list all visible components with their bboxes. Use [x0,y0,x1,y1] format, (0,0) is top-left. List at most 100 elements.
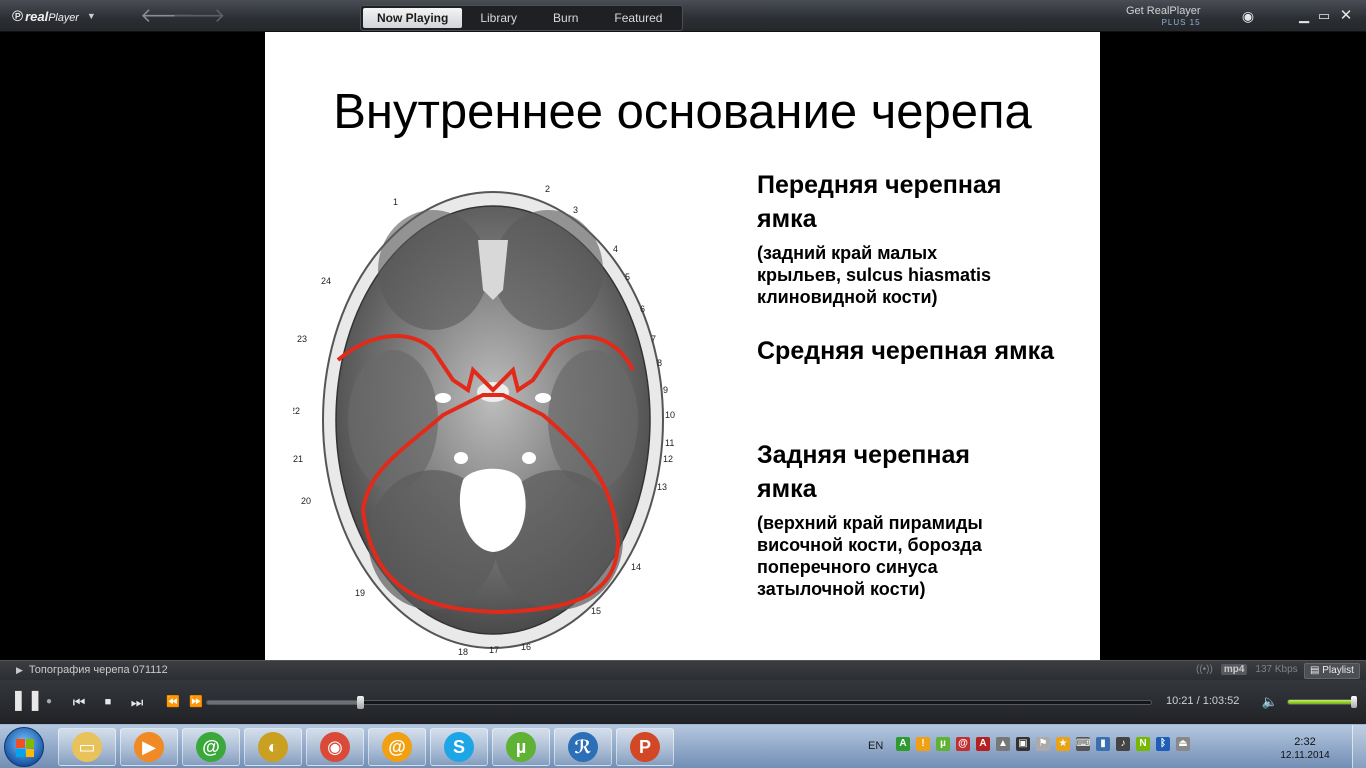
skull-label-22: 22 [293,406,300,416]
taskbar-app-realplayer[interactable]: ℛ [554,728,612,766]
bitrate: 137 Kbps [1255,664,1298,675]
forward-arrow-icon[interactable]: 🡒 [172,5,226,27]
playlist-icon: ▤ [1310,665,1320,676]
tab-featured[interactable]: Featured [596,8,680,28]
tray-bluetooth-icon[interactable]: ᛒ [1156,737,1170,751]
realplayer-icon: ℛ [568,732,598,762]
volume-level [1288,700,1354,704]
windows-taskbar: ▭ ▶ @ ◐ ◉ @ Sµ ℛ P EN A ! µ @ A ▲ ▣ ⚑ ★ ⌨ ▮ ♪ N … [0,724,1366,768]
maximize-icon[interactable]: ▭ [1316,8,1332,24]
fast-forward-icon[interactable]: ⏩ [188,692,204,712]
tray-flag-icon[interactable]: ⚑ [1036,737,1050,751]
close-icon[interactable]: ✕ [1338,8,1354,24]
back-arrow-icon[interactable]: 🡐 [140,5,194,27]
seek-handle[interactable] [357,696,365,709]
skull-label-1: 1 [393,197,398,207]
volume-handle[interactable] [1351,696,1357,708]
chevron-down-icon: ▼ [86,11,96,21]
taskbar-app-chrome[interactable]: ◉ [306,728,364,766]
skull-label-8: 8 [657,358,662,368]
realplayer-window: ℗ realPlayer ▼ 🡐 🡒 Now Playing Library B… [0,0,1366,768]
clock-time: 2:32 [1294,736,1316,748]
posterior-fossa-block: Задняя черепная ямка (верхний край пирам… [757,438,1017,600]
tab-now-playing[interactable]: Now Playing [363,8,463,28]
tray-usb-icon[interactable]: ⏏ [1176,737,1190,751]
play-small-icon: ▶ [16,665,23,675]
tray-volume-icon[interactable]: ♪ [1116,737,1130,751]
anterior-fossa-name: Передняя черепная ямка [757,171,1002,233]
skull-label-14: 14 [631,562,641,572]
clock-date: 12.11.2014 [1280,750,1330,761]
system-clock[interactable]: 2:32 12.11.2014 [1270,735,1340,763]
main-tabs: Now Playing Library Burn Featured [360,5,684,31]
anterior-fossa-note: (задний край малых крыльев, sulcus hiasm… [757,243,992,307]
taskbar-app-desktop-app[interactable]: ◐ [244,728,302,766]
skull-label-9: 9 [663,385,668,395]
realplayer-logo[interactable]: ℗ realPlayer ▼ [12,6,96,26]
skull-label-12: 12 [663,454,673,464]
playback-controls: ❚❚ ● ⏮ ■ ⏭ ⏪ ⏩ 10:21 / 1:03:52 🔈 [0,680,1366,724]
record-icon[interactable]: ● [42,692,56,712]
skull-label-17: 17 [489,645,499,655]
format-badge: mp4 [1220,664,1248,675]
rewind-icon[interactable]: ⏪ [165,692,181,712]
tray-nvidia-icon[interactable]: N [1136,737,1150,751]
presentation-slide: Внутреннее основание черепа 1 2 3 4 5 6 … [265,32,1100,660]
skull-label-24: 24 [321,276,331,286]
next-icon[interactable]: ⏭ [128,692,146,712]
skull-label-19: 19 [355,588,365,598]
taskbar-app-mail[interactable]: @ [368,728,426,766]
get-realplayer-text: Get RealPlayer [1126,5,1201,17]
skull-label-7: 7 [651,334,656,344]
playlist-button[interactable]: ▤ Playlist [1304,663,1360,679]
start-button[interactable] [4,727,44,767]
tray-update-icon[interactable]: ★ [1056,737,1070,751]
title-bar: ℗ realPlayer ▼ 🡐 🡒 Now Playing Library B… [0,0,1366,32]
logo-text: realPlayer [25,8,79,24]
stop-icon[interactable]: ■ [100,692,116,712]
skull-label-15: 15 [591,606,601,616]
tab-burn[interactable]: Burn [535,8,596,28]
taskbar-app-utorrent[interactable]: µ [492,728,550,766]
tray-pdf-icon[interactable]: A [976,737,990,751]
utorrent-icon: µ [506,732,536,762]
taskbar-app-powerpoint[interactable]: P [616,728,674,766]
taskbar-app-media[interactable]: ▶ [120,728,178,766]
powerpoint-icon: P [630,732,660,762]
skull-label-5: 5 [625,272,630,282]
taskbar-app-mail-agent[interactable]: @ [182,728,240,766]
folder-icon: ▭ [72,732,102,762]
tray-utorrent-icon[interactable]: µ [936,737,950,751]
skull-label-20: 20 [301,496,311,506]
tray-app-icon[interactable]: A [896,737,910,751]
middle-fossa-name: Средняя черепная ямка [757,337,1055,365]
skype-icon: S [444,732,474,762]
skull-base-illustration: 1 2 3 4 5 6 7 8 9 10 11 12 13 14 15 16 1 [293,184,675,657]
tray-device-icon[interactable]: ⌨ [1076,737,1090,751]
eye-icon[interactable]: ◉ [1240,8,1256,24]
tray-antivirus-icon[interactable]: @ [956,737,970,751]
get-realplayer-plus-link[interactable]: Get RealPlayer PLUS 15 [1126,6,1201,28]
tray-display-icon[interactable]: ▣ [1016,737,1030,751]
middle-fossa-block: Средняя черепная ямка [757,334,1057,368]
volume-icon[interactable]: 🔈 [1261,692,1279,712]
tab-library[interactable]: Library [462,8,535,28]
skull-label-3: 3 [573,205,578,215]
tray-notification-icon[interactable]: ! [916,737,930,751]
show-desktop-button[interactable] [1352,725,1366,768]
taskbar-app-skype[interactable]: S [430,728,488,766]
video-area[interactable]: Внутреннее основание черепа 1 2 3 4 5 6 … [0,32,1366,660]
seek-bar[interactable] [206,696,1152,709]
pause-icon[interactable]: ❚❚ [10,690,44,710]
minimize-icon[interactable]: ▁ [1296,8,1312,24]
clip-title[interactable]: ▶ Топография черепа 071112 [16,664,168,676]
taskbar-app-explorer[interactable]: ▭ [58,728,116,766]
tray-network-icon[interactable]: ▲ [996,737,1010,751]
tray-signal-icon[interactable]: ▮ [1096,737,1110,751]
plus-version: PLUS 15 [1161,18,1201,27]
language-indicator[interactable]: EN [868,740,883,752]
gradient-disc-icon: ◐ [258,732,288,762]
chrome-icon: ◉ [320,732,350,762]
previous-icon[interactable]: ⏮ [70,692,88,712]
volume-slider[interactable] [1287,696,1357,708]
